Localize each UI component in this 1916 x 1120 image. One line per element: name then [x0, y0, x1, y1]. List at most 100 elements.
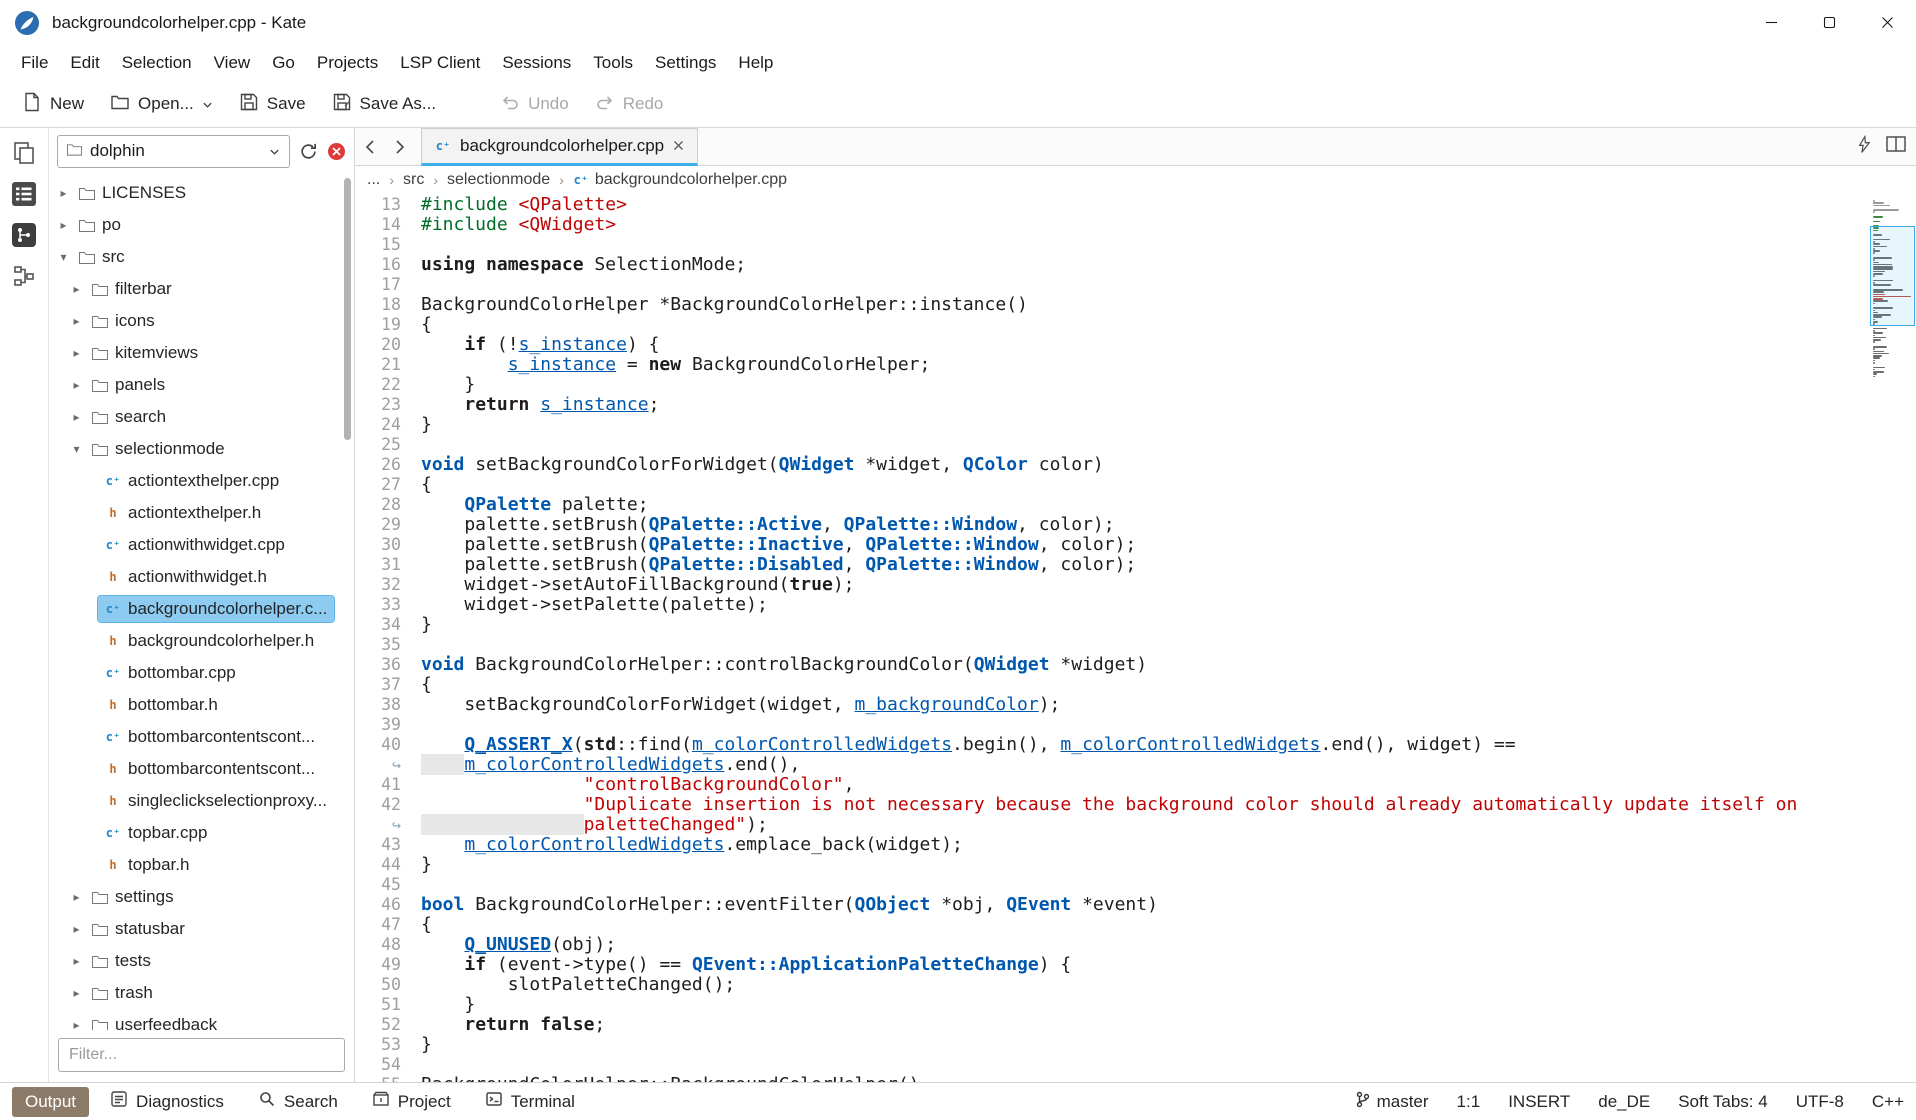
tree-item-bottombarcontentscont[interactable]: c⁺bottombarcontentscont... — [49, 721, 354, 753]
diagnostics-icon — [110, 1090, 128, 1113]
search-toolview-button[interactable]: Search — [245, 1085, 351, 1118]
breadcrumb-item-selectionmode[interactable]: selectionmode — [447, 171, 550, 189]
tab-forward-icon[interactable] — [385, 128, 415, 165]
tree-item-topbar-cpp[interactable]: c⁺topbar.cpp — [49, 817, 354, 849]
menu-go[interactable]: Go — [261, 47, 306, 79]
close-panel-icon[interactable] — [327, 142, 346, 161]
tab-back-icon[interactable] — [355, 128, 385, 165]
chevron-down-icon[interactable] — [202, 94, 213, 114]
menu-help[interactable]: Help — [727, 47, 784, 79]
expand-arrow-icon[interactable]: ▸ — [68, 922, 85, 936]
collapse-arrow-icon[interactable]: ▾ — [55, 250, 72, 264]
save-button[interactable]: Save — [227, 85, 318, 124]
tree-item-statusbar[interactable]: ▸statusbar — [49, 913, 354, 945]
terminal-toolview-button[interactable]: Terminal — [472, 1085, 588, 1118]
collapse-arrow-icon[interactable]: ▾ — [68, 442, 85, 456]
expand-arrow-icon[interactable]: ▸ — [55, 218, 72, 232]
expand-arrow-icon[interactable]: ▸ — [68, 1018, 85, 1030]
tree-item-actionwithwidget-h[interactable]: hactionwithwidget.h — [49, 561, 354, 593]
tree-item-tests[interactable]: ▸tests — [49, 945, 354, 977]
code-row: 39 — [355, 715, 1916, 735]
tab-backgroundcolorhelper[interactable]: c⁺ backgroundcolorhelper.cpp — [421, 128, 698, 166]
tab-close-icon[interactable] — [673, 136, 684, 156]
git-branch[interactable]: master — [1356, 1091, 1429, 1113]
redo-button[interactable]: Redo — [583, 85, 676, 124]
tree-item-filterbar[interactable]: ▸filterbar — [49, 273, 354, 305]
expand-arrow-icon[interactable]: ▸ — [68, 890, 85, 904]
new-button[interactable]: New — [10, 85, 96, 124]
project-toolview-button[interactable]: Project — [359, 1085, 464, 1118]
menu-settings[interactable]: Settings — [644, 47, 727, 79]
project-selector[interactable]: dolphin — [57, 135, 290, 168]
minimize-button[interactable] — [1742, 0, 1800, 45]
open-button[interactable]: Open... — [98, 85, 225, 124]
menu-sessions[interactable]: Sessions — [491, 47, 582, 79]
code-editor[interactable]: 13#include <QPalette>14#include <QWidget… — [355, 194, 1916, 1082]
expand-arrow-icon[interactable]: ▸ — [55, 186, 72, 200]
menu-edit[interactable]: Edit — [59, 47, 110, 79]
syntax-language[interactable]: C++ — [1872, 1092, 1904, 1112]
maximize-button[interactable] — [1800, 0, 1858, 45]
tab-settings[interactable]: Soft Tabs: 4 — [1678, 1092, 1767, 1112]
tree-item-panels[interactable]: ▸panels — [49, 369, 354, 401]
tree-item-icons[interactable]: ▸icons — [49, 305, 354, 337]
save-as-button[interactable]: Save As... — [320, 85, 449, 124]
input-mode[interactable]: INSERT — [1508, 1092, 1570, 1112]
expand-arrow-icon[interactable]: ▸ — [68, 986, 85, 1000]
menu-selection[interactable]: Selection — [111, 47, 203, 79]
tree-item-settings[interactable]: ▸settings — [49, 881, 354, 913]
tree-item-actionwithwidget-cpp[interactable]: c⁺actionwithwidget.cpp — [49, 529, 354, 561]
diagnostics-toolview-button[interactable]: Diagnostics — [97, 1085, 237, 1118]
tree-item-backgroundcolorhelper-c[interactable]: c⁺backgroundcolorhelper.c... — [49, 593, 354, 625]
tree-item-bottombar-cpp[interactable]: c⁺bottombar.cpp — [49, 657, 354, 689]
menu-projects[interactable]: Projects — [306, 47, 389, 79]
dictionary[interactable]: de_DE — [1598, 1092, 1650, 1112]
projects-toolview-icon[interactable] — [7, 177, 41, 211]
tree-item-licenses[interactable]: ▸LICENSES — [49, 177, 354, 209]
breadcrumb-item-[interactable]: ... — [367, 171, 380, 189]
minimap-viewport[interactable] — [1870, 226, 1915, 326]
menu-file[interactable]: File — [10, 47, 59, 79]
menubar: FileEditSelectionViewGoProjectsLSP Clien… — [0, 45, 1916, 81]
tree-item-bottombarcontentscont[interactable]: hbottombarcontentscont... — [49, 753, 354, 785]
tree-item-src[interactable]: ▾src — [49, 241, 354, 273]
tree-item-topbar-h[interactable]: htopbar.h — [49, 849, 354, 881]
symbols-outline-icon[interactable] — [7, 259, 41, 293]
expand-arrow-icon[interactable]: ▸ — [68, 346, 85, 360]
reload-project-icon[interactable] — [299, 142, 318, 161]
output-toolview-button[interactable]: Output — [12, 1087, 89, 1117]
tree-item-actiontexthelper-cpp[interactable]: c⁺actiontexthelper.cpp — [49, 465, 354, 497]
tree-item-actiontexthelper-h[interactable]: hactiontexthelper.h — [49, 497, 354, 529]
breadcrumb-item-src[interactable]: src — [403, 171, 424, 189]
tree-item-kitemviews[interactable]: ▸kitemviews — [49, 337, 354, 369]
tree-item-search[interactable]: ▸search — [49, 401, 354, 433]
split-view-icon[interactable] — [1886, 136, 1906, 157]
tree-item-userfeedback[interactable]: ▸userfeedback — [49, 1009, 354, 1030]
tree-scrollbar[interactable] — [344, 178, 351, 440]
menu-view[interactable]: View — [203, 47, 262, 79]
expand-arrow-icon[interactable]: ▸ — [68, 410, 85, 424]
cursor-position[interactable]: 1:1 — [1457, 1092, 1481, 1112]
expand-arrow-icon[interactable]: ▸ — [68, 954, 85, 968]
menu-lsp-client[interactable]: LSP Client — [389, 47, 491, 79]
tree-item-po[interactable]: ▸po — [49, 209, 354, 241]
breadcrumb-item-backgroundcolorhelper-cpp[interactable]: c⁺backgroundcolorhelper.cpp — [573, 171, 787, 189]
expand-arrow-icon[interactable]: ▸ — [68, 282, 85, 296]
encoding[interactable]: UTF-8 — [1796, 1092, 1844, 1112]
lsp-quick-actions-icon[interactable] — [1857, 135, 1871, 159]
expand-arrow-icon[interactable]: ▸ — [68, 378, 85, 392]
filter-input[interactable] — [69, 1046, 334, 1064]
git-icon[interactable] — [7, 218, 41, 252]
minimap[interactable] — [1870, 194, 1916, 1082]
tree-item-trash[interactable]: ▸trash — [49, 977, 354, 1009]
tree-item-selectionmode[interactable]: ▾selectionmode — [49, 433, 354, 465]
documents-icon[interactable] — [7, 136, 41, 170]
menu-tools[interactable]: Tools — [582, 47, 644, 79]
tree-item-bottombar-h[interactable]: hbottombar.h — [49, 689, 354, 721]
undo-button[interactable]: Undo — [488, 85, 581, 124]
tree-item-backgroundcolorhelper-h[interactable]: hbackgroundcolorhelper.h — [49, 625, 354, 657]
expand-arrow-icon[interactable]: ▸ — [68, 314, 85, 328]
tree-item-singleclickselectionproxy[interactable]: hsingleclickselectionproxy... — [49, 785, 354, 817]
close-window-button[interactable] — [1858, 0, 1916, 45]
code-row: 42 "Duplicate insertion is not necessary… — [355, 795, 1916, 815]
